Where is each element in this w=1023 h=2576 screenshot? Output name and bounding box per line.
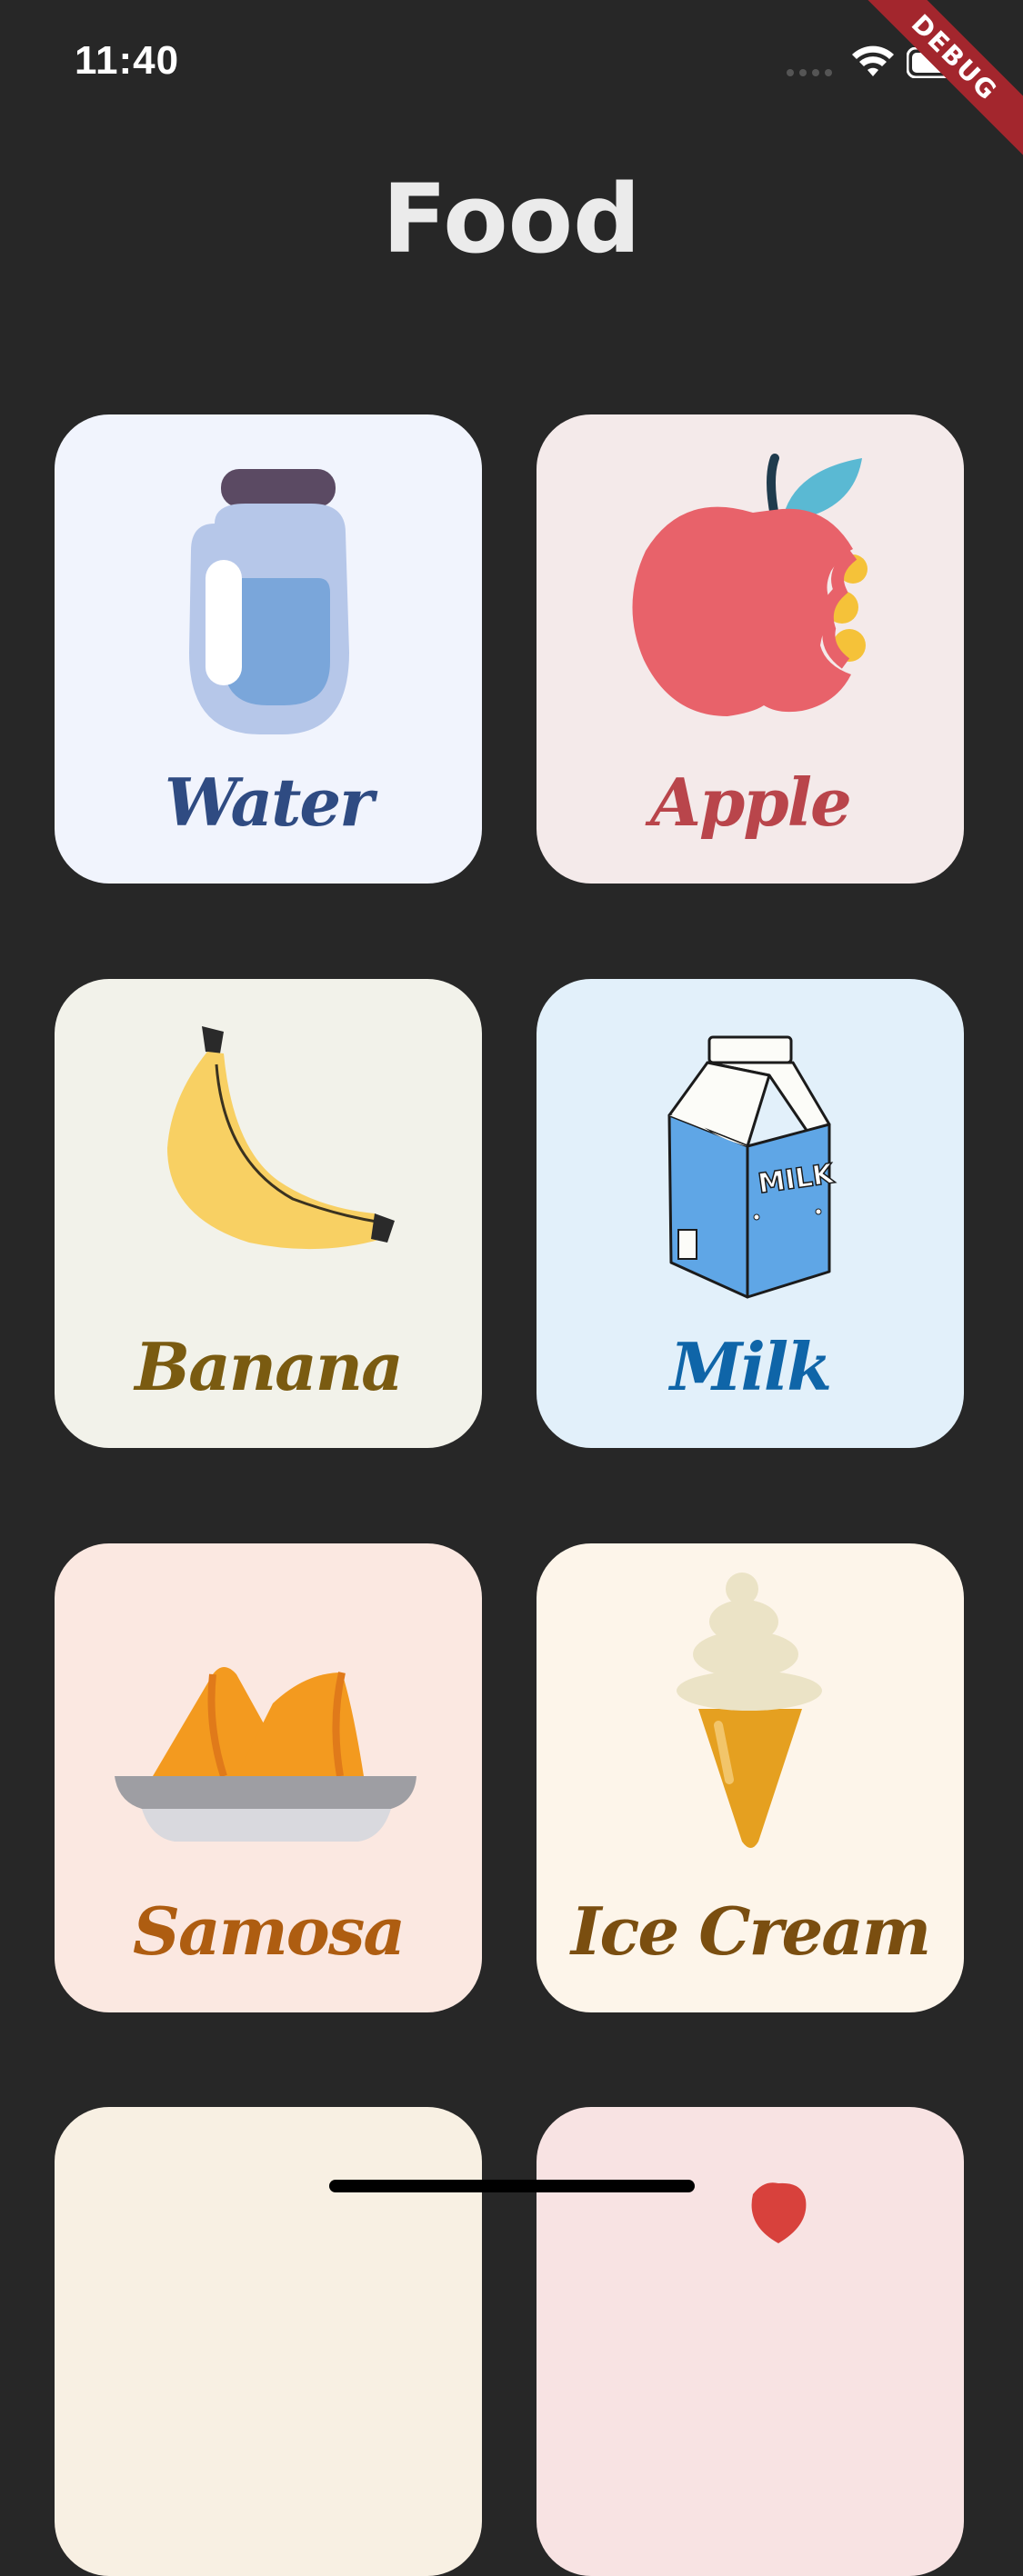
food-card-banana[interactable]: Banana xyxy=(55,979,482,1448)
food-card-samosa[interactable]: Samosa xyxy=(55,1543,482,2012)
food-card[interactable] xyxy=(55,2107,482,2576)
wifi-icon xyxy=(852,45,894,76)
status-time: 11:40 xyxy=(75,38,180,83)
food-card-ice-cream[interactable]: Ice Cream xyxy=(537,1543,964,2012)
food-label: Banana xyxy=(135,1328,404,1405)
samosa-icon xyxy=(115,1667,416,1842)
food-card[interactable] xyxy=(537,2107,964,2576)
food-label: Milk xyxy=(669,1328,832,1405)
food-card-water[interactable]: Water xyxy=(55,414,482,884)
milk-carton-icon: MILK xyxy=(667,1035,837,1299)
banana-icon xyxy=(167,1026,395,1250)
water-bottle-icon xyxy=(189,469,349,734)
apple-icon xyxy=(632,454,868,716)
page-title: Food xyxy=(382,164,641,275)
food-label: Apple xyxy=(650,764,852,841)
home-indicator[interactable] xyxy=(329,2180,695,2192)
food-card-milk[interactable]: MILK Milk xyxy=(537,979,964,1448)
debug-banner: DEBUG xyxy=(830,0,1023,182)
food-label: Ice Cream xyxy=(570,1892,931,1970)
food-label: Samosa xyxy=(132,1892,406,1970)
strawberry-icon xyxy=(751,2182,807,2243)
food-card-apple[interactable]: Apple xyxy=(537,414,964,884)
food-label: Water xyxy=(164,764,374,841)
ice-cream-icon xyxy=(677,1573,822,1848)
